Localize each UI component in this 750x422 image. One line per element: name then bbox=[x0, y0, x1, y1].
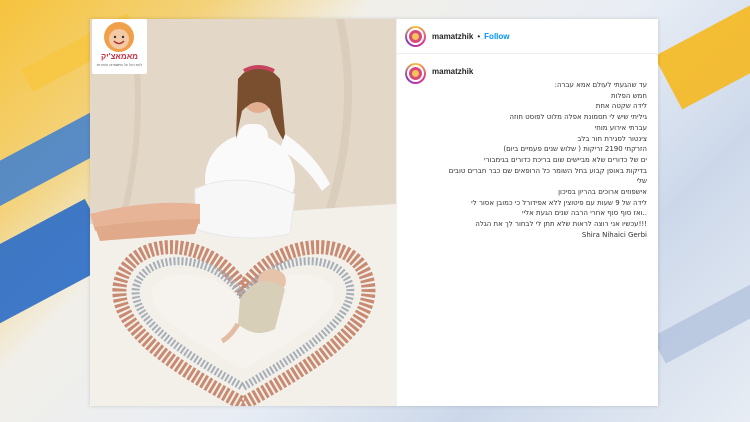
separator-dot: • bbox=[477, 31, 481, 41]
instagram-post-card: מאמאצ'יק ליגת הכל על המשפחה וההורות mama… bbox=[90, 19, 659, 406]
caption-line: חמש הפלות bbox=[611, 91, 647, 100]
caption-line: שלי bbox=[636, 177, 647, 186]
caption-text: עד שהגעתי לעולם אמא עברה: חמש הפלות לידה… bbox=[405, 80, 647, 241]
post-header: mamatzhik • Follow bbox=[397, 19, 659, 54]
logo-subtext: ליגת הכל על המשפחה וההורות bbox=[96, 63, 143, 67]
profile-avatar[interactable] bbox=[405, 25, 426, 47]
header-username[interactable]: mamatzhik bbox=[432, 32, 473, 41]
photo-illustration bbox=[90, 19, 396, 406]
caption-line: צינטור לסגירת חור בלב bbox=[577, 134, 647, 143]
post-photo[interactable]: מאמאצ'יק ליגת הכל על המשפחה וההורות bbox=[90, 19, 396, 406]
follow-button[interactable]: Follow bbox=[484, 32, 509, 41]
caption-line: אישפוזים ארוכים בהריון בסיכון bbox=[558, 188, 647, 197]
caption-line: לידה של 9 שעות עם פיטוצין ללא אפידורל כי… bbox=[471, 198, 647, 207]
logo-text: מאמאצ'יק bbox=[101, 52, 138, 61]
caption-line: בדיקות באופן קבוע בחל השומר כל הרופאים ש… bbox=[448, 166, 647, 175]
caption-line: עד שהגעתי לעולם אמא עברה: bbox=[554, 81, 647, 89]
caption-line: עברתי אירוע מוחי bbox=[594, 123, 647, 132]
caption-line: גיליתי שיש לי תסמונת אפלה מלוט לפוסט חוז… bbox=[509, 113, 647, 122]
caption-line: לידה שקטה אחת bbox=[595, 102, 647, 111]
background-stripe bbox=[654, 0, 750, 110]
background-stripe bbox=[651, 266, 750, 364]
comment-username[interactable]: mamatzhik bbox=[432, 67, 473, 76]
brand-logo: מאמאצ'יק ליגת הכל על המשפחה וההורות bbox=[92, 19, 147, 74]
logo-face-icon bbox=[104, 22, 134, 52]
caption-signature: Shira Nihaici Gerbi bbox=[581, 230, 647, 239]
caption-line: ים של כדורים שלא מביישים שום בריכת כדורי… bbox=[484, 155, 647, 164]
caption-line: !!!עכשיו אני רוצה לראות שלא תתן לי לבחור… bbox=[475, 220, 647, 229]
caption-line: הזרקתי 2190 זריקות ( שלוש שנים פעמיים בי… bbox=[503, 145, 647, 154]
caption-line: ..ואז סוף סוף אחרי הרבה שנים הגעת אליי bbox=[521, 209, 647, 218]
post-side-panel: mamatzhik • Follow mamatzhik עד שהגעתי ל… bbox=[396, 19, 659, 406]
